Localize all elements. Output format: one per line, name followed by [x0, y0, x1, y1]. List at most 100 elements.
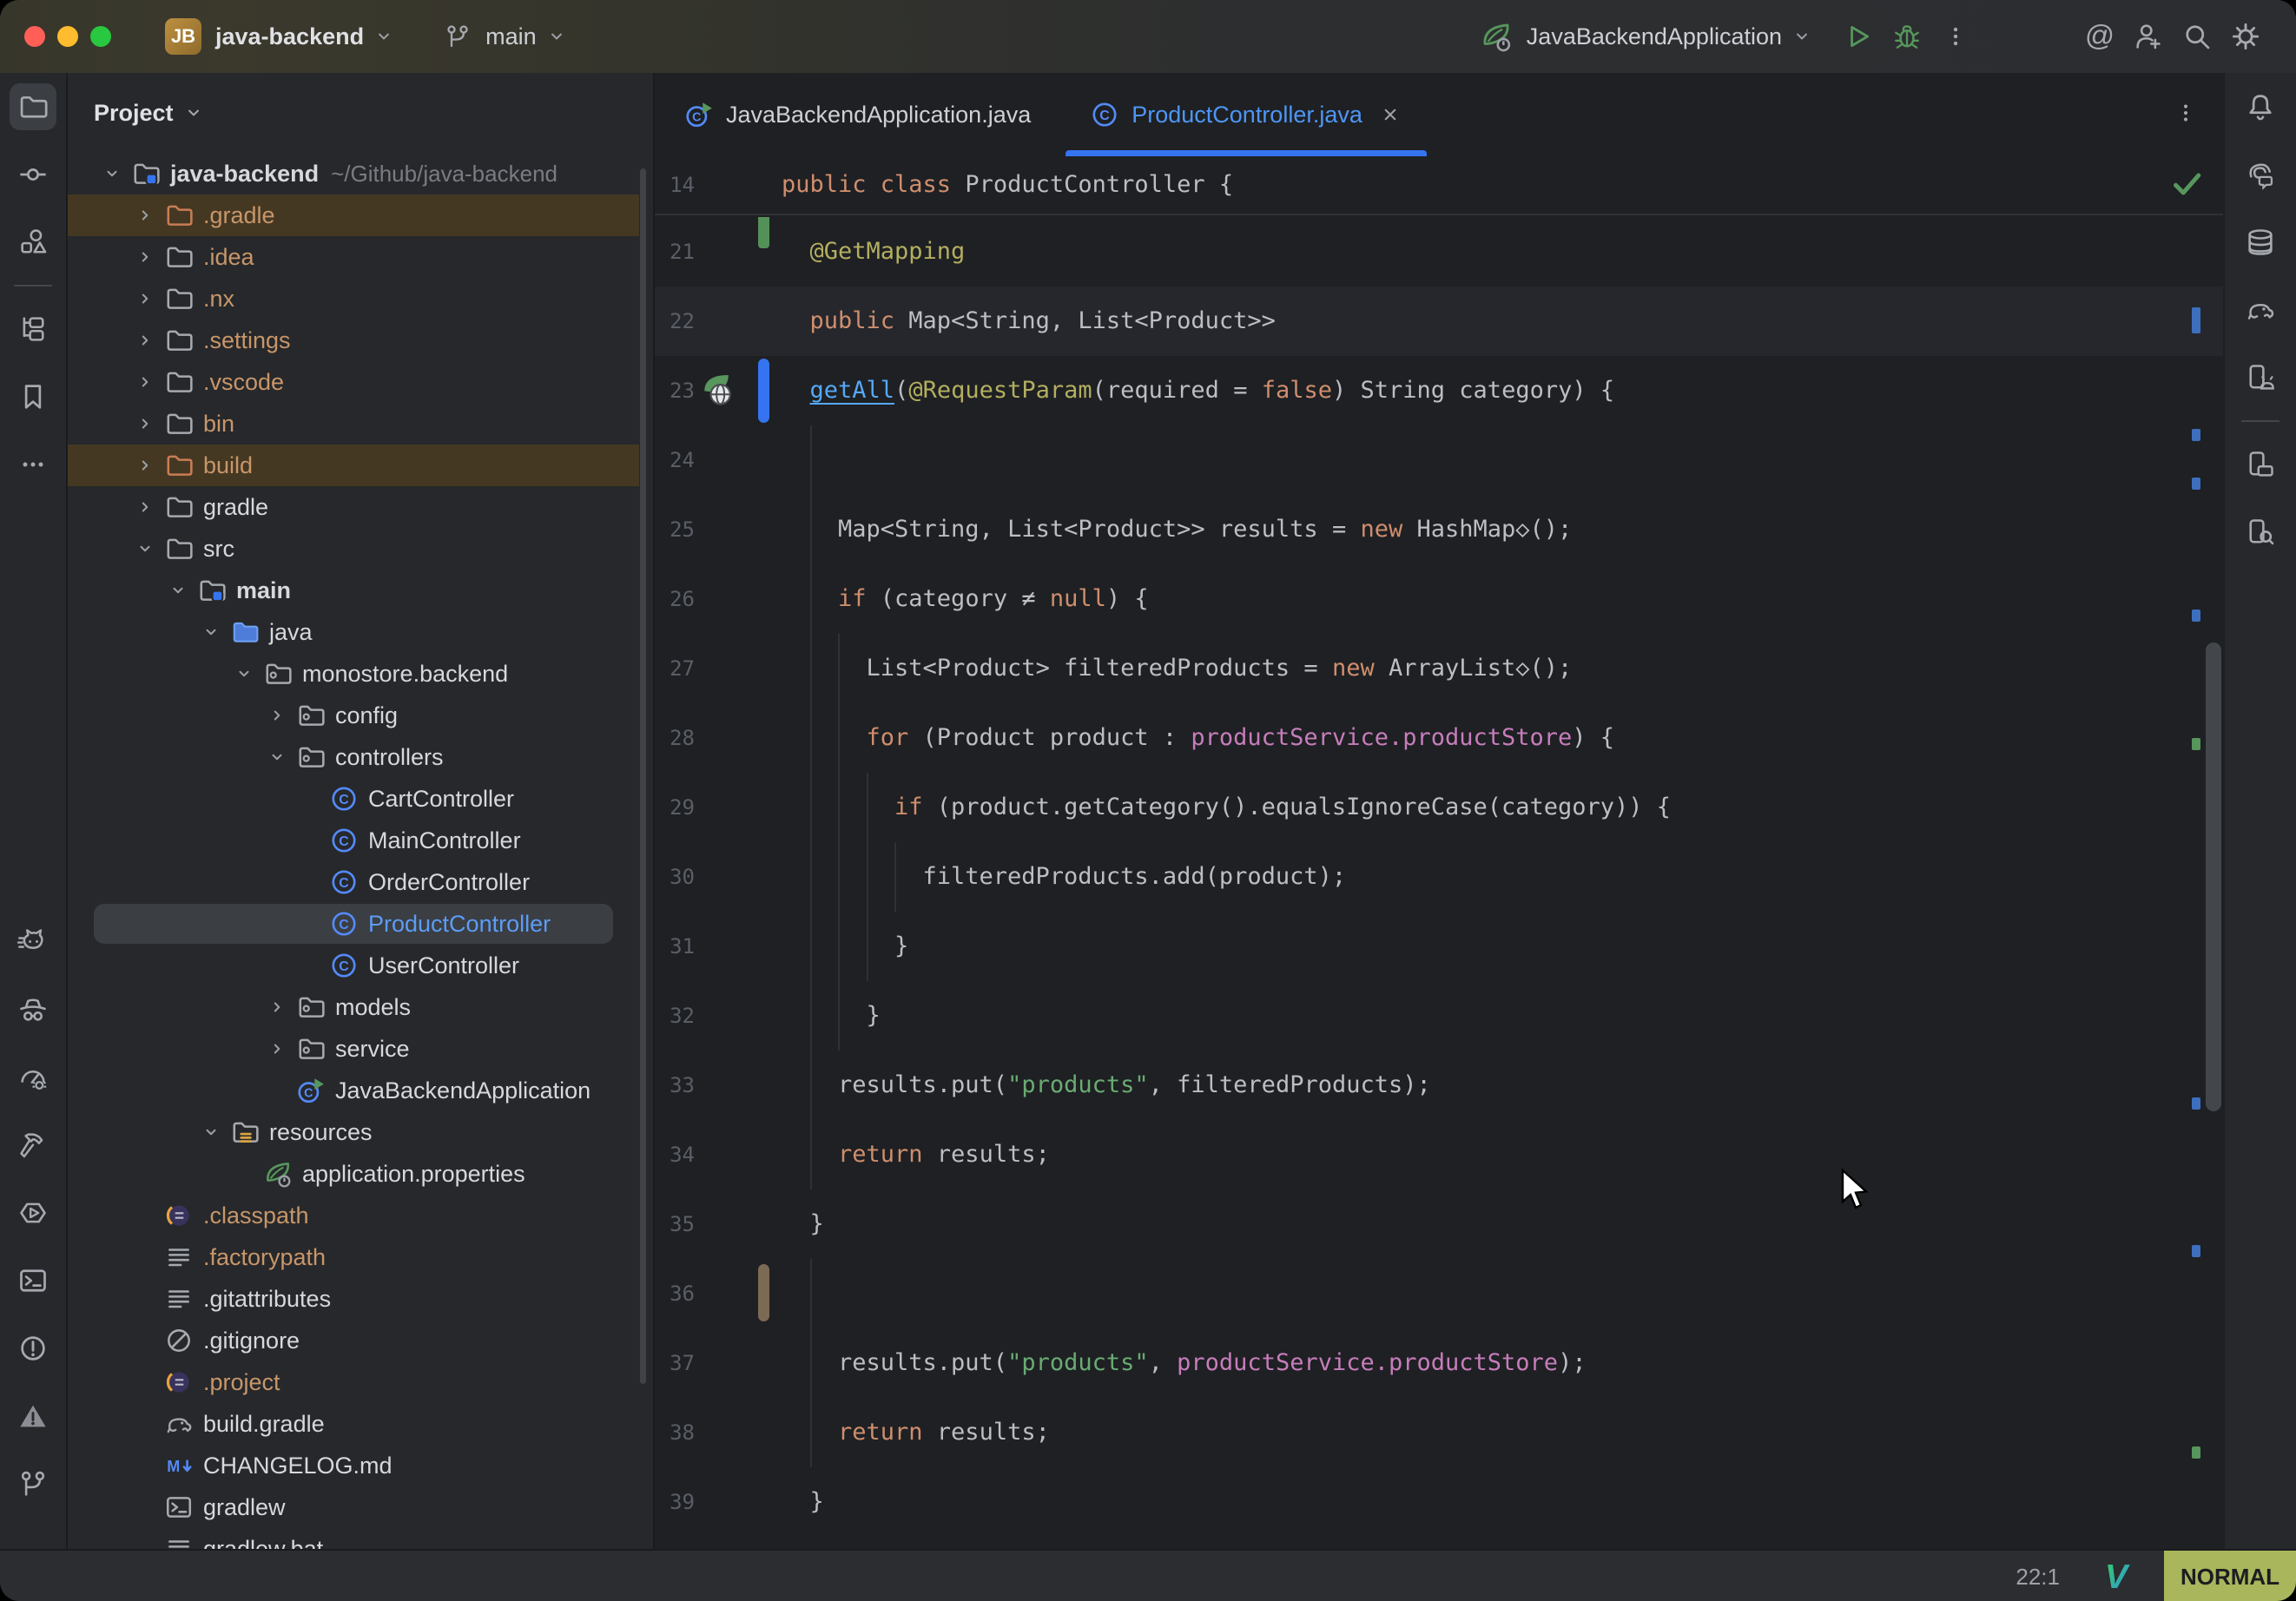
more-run-options-button[interactable]: [1931, 12, 1980, 61]
chevron-right-icon[interactable]: [135, 205, 155, 226]
code-line-29[interactable]: 29if (product.getCategory().equalsIgnore…: [655, 773, 2223, 842]
tree-item-maincontroller[interactable]: MainController: [68, 820, 653, 861]
tree-item-ordercontroller[interactable]: OrderController: [68, 861, 653, 903]
chevron-down-icon[interactable]: [201, 1122, 221, 1143]
chevron-down-icon[interactable]: [234, 663, 254, 684]
tab-productcontroller-java[interactable]: ProductController.java: [1060, 73, 1432, 156]
copilot-tool-button[interactable]: [0, 976, 66, 1044]
project-panel-header[interactable]: Project: [68, 73, 653, 153]
tree-item-build[interactable]: build: [68, 445, 653, 486]
tree-item-java[interactable]: java: [68, 611, 653, 653]
tree-item-java-backend[interactable]: java-backend~/Github/java-backend: [68, 153, 653, 194]
notifications-tool-button[interactable]: [2227, 73, 2293, 141]
chevron-right-icon[interactable]: [135, 413, 155, 434]
tree-item-config[interactable]: config: [68, 695, 653, 736]
notifications-warning-tool-button[interactable]: [0, 1382, 66, 1450]
chevron-right-icon[interactable]: [135, 288, 155, 309]
device-manager-tool-button[interactable]: [2227, 431, 2293, 498]
tree-item-gradlew-bat[interactable]: gradlew.bat: [68, 1528, 653, 1549]
running-devices-tool-button[interactable]: [2227, 344, 2293, 412]
stripe-mark[interactable]: [2192, 1446, 2200, 1459]
ai-cat-tool-button[interactable]: [0, 908, 66, 976]
chevron-right-icon[interactable]: [135, 372, 155, 392]
debug-button[interactable]: [1883, 12, 1931, 61]
stripe-mark[interactable]: [2192, 429, 2200, 441]
tree-item-main[interactable]: main: [68, 570, 653, 611]
code-line-38[interactable]: 38return results;: [655, 1398, 2223, 1467]
stripe-mark[interactable]: [2192, 738, 2200, 750]
chevron-right-icon[interactable]: [267, 997, 287, 1018]
chevron-right-icon[interactable]: [135, 330, 155, 351]
gradle-tool-button[interactable]: [2227, 276, 2293, 344]
more-tool-windows-tool-button[interactable]: [0, 431, 66, 498]
settings-button[interactable]: [2221, 12, 2270, 61]
services-tool-button[interactable]: [0, 1179, 66, 1247]
stripe-mark[interactable]: [2192, 609, 2200, 622]
tree-item-cartcontroller[interactable]: CartController: [68, 778, 653, 820]
chevron-right-icon[interactable]: [135, 497, 155, 517]
terminal-tool-button[interactable]: [0, 1247, 66, 1314]
code-line-33[interactable]: 33results.put("products", filteredProduc…: [655, 1051, 2223, 1120]
tree-item-resources[interactable]: resources: [68, 1111, 653, 1153]
stripe-mark[interactable]: [2192, 1245, 2200, 1257]
chevron-down-icon[interactable]: [267, 747, 287, 768]
editor-scrollbar[interactable]: [2206, 642, 2221, 1111]
code-line-35[interactable]: 35}: [655, 1189, 2223, 1259]
tree-item-service[interactable]: service: [68, 1028, 653, 1070]
code-line-22[interactable]: 22public Map<String, List<Product>>: [655, 287, 2223, 356]
tree-item-application-properties[interactable]: application.properties: [68, 1153, 653, 1195]
chevron-down-icon[interactable]: [168, 580, 188, 601]
ai-assistant-button[interactable]: [2075, 12, 2124, 61]
code-line-37[interactable]: 37results.put("products", productService…: [655, 1328, 2223, 1398]
stripe-mark[interactable]: [2192, 307, 2200, 333]
chevron-right-icon[interactable]: [135, 247, 155, 267]
chevron-down-icon[interactable]: [135, 538, 155, 559]
sticky-code-line[interactable]: 14public class ProductController {: [655, 156, 2223, 215]
code-line-30[interactable]: 30filteredProducts.add(product);: [655, 842, 2223, 912]
tree-item--gradle[interactable]: .gradle: [68, 194, 653, 236]
code-line-23[interactable]: 23getAll(@RequestParam(required = false)…: [655, 356, 2223, 425]
tree-item-controllers[interactable]: controllers: [68, 736, 653, 778]
project-tree-scrollbar[interactable]: [640, 168, 646, 1384]
run-button[interactable]: [1834, 12, 1883, 61]
bookmarks-tool-button[interactable]: [0, 363, 66, 431]
stripe-mark[interactable]: [2192, 478, 2200, 490]
code-line-25[interactable]: 25Map<String, List<Product>> results = n…: [655, 495, 2223, 564]
tree-item-gradle[interactable]: gradle: [68, 486, 653, 528]
tree-item-src[interactable]: src: [68, 528, 653, 570]
code-line-31[interactable]: 31}: [655, 912, 2223, 981]
chevron-down-icon[interactable]: [102, 163, 122, 184]
project-widget[interactable]: java-backend: [201, 23, 395, 50]
tree-item-build-gradle[interactable]: build.gradle: [68, 1403, 653, 1445]
tree-item-models[interactable]: models: [68, 986, 653, 1028]
close-window-button[interactable]: [24, 26, 45, 47]
database-tool-button[interactable]: [2227, 208, 2293, 276]
chevron-right-icon[interactable]: [267, 1038, 287, 1059]
tab-javabackendapplication-java[interactable]: JavaBackendApplication.java: [655, 73, 1060, 156]
tree-item-monostore-backend[interactable]: monostore.backend: [68, 653, 653, 695]
code-line-39[interactable]: 39}: [655, 1467, 2223, 1537]
tree-item-javabackendapplication[interactable]: JavaBackendApplication: [68, 1070, 653, 1111]
close-icon[interactable]: [1378, 102, 1402, 127]
tree-item--vscode[interactable]: .vscode: [68, 361, 653, 403]
profiler-tool-button[interactable]: [0, 1044, 66, 1111]
vim-mode-badge[interactable]: NORMAL: [2164, 1551, 2296, 1601]
device-explorer-tool-button[interactable]: [2227, 498, 2293, 566]
tab-options-button[interactable]: [2173, 100, 2199, 130]
chevron-right-icon[interactable]: [135, 455, 155, 476]
tree-item--idea[interactable]: .idea: [68, 236, 653, 278]
tree-item--settings[interactable]: .settings: [68, 320, 653, 361]
tree-item-bin[interactable]: bin: [68, 403, 653, 445]
code-line-36[interactable]: 36: [655, 1259, 2223, 1328]
project-tool-button[interactable]: [0, 73, 66, 141]
build-tool-windows-tool-button[interactable]: [0, 295, 66, 363]
search-everywhere-button[interactable]: [2173, 12, 2221, 61]
run-config-widget[interactable]: JavaBackendApplication: [1480, 20, 1813, 53]
ideavim-icon[interactable]: V: [2098, 1558, 2134, 1595]
code-line-34[interactable]: 34return results;: [655, 1120, 2223, 1189]
code-line-28[interactable]: 28for (Product product : productService.…: [655, 703, 2223, 773]
chevron-right-icon[interactable]: [267, 705, 287, 726]
branch-widget[interactable]: main: [444, 23, 568, 50]
tree-item--nx[interactable]: .nx: [68, 278, 653, 320]
tree-item-changelog-md[interactable]: CHANGELOG.md: [68, 1445, 653, 1486]
